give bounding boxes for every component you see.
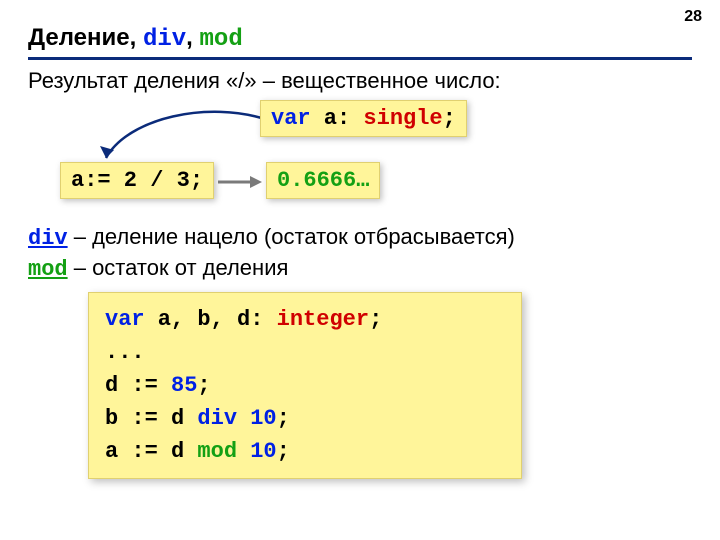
var-single-box: var a: single; [260, 100, 467, 137]
code-l1-end: ; [369, 307, 382, 332]
code-l4-a: b := d [105, 406, 197, 431]
tok-semicolon: ; [443, 106, 456, 131]
code-85: 85 [171, 373, 197, 398]
intro-text: Результат деления «/» – вещественное чис… [28, 68, 692, 94]
title-sep: , [186, 24, 199, 51]
code-l5-c [237, 439, 250, 464]
def-div: div – деление нацело (остаток отбрасывае… [28, 224, 692, 251]
assign-box: a:= 2 / 3; [60, 162, 214, 199]
assign-text: a:= 2 / 3; [71, 168, 203, 193]
code-var: var [105, 307, 145, 332]
title-prefix: Деление, [28, 24, 143, 51]
def-mod: mod – остаток от деления [28, 255, 692, 282]
result-box: 0.6666… [266, 162, 380, 199]
page-number: 28 [684, 8, 702, 26]
code-l5-e: ; [277, 439, 290, 464]
code-mod-kw: mod [197, 439, 237, 464]
slide-title: Деление, div, mod [28, 24, 692, 60]
code-l3-c: ; [197, 373, 210, 398]
def-mod-text: – остаток от деления [68, 255, 289, 280]
code-div-kw: div [197, 406, 237, 431]
code-10b: 10 [250, 439, 276, 464]
code-10a: 10 [250, 406, 276, 431]
code-l5-a: a := d [105, 439, 197, 464]
code-line-2: ... [105, 336, 505, 369]
code-l4-c [237, 406, 250, 431]
code-l4-e: ; [277, 406, 290, 431]
code-decl: a, b, d: [145, 307, 277, 332]
code-block: var a, b, d: integer; ... d := 85; b := … [88, 292, 522, 479]
slide: 28 Деление, div, mod Результат деления «… [0, 0, 720, 540]
result-text: 0.6666… [277, 168, 369, 193]
code-l3-a: d := [105, 373, 171, 398]
curve-arrow [88, 108, 288, 168]
title-kw-mod: mod [200, 26, 243, 53]
tok-var: var [271, 106, 311, 131]
tok-a-decl: a: [311, 106, 364, 131]
body: Результат деления «/» – вещественное чис… [28, 68, 692, 479]
code-integer: integer [277, 307, 369, 332]
code-line-5: a := d mod 10; [105, 435, 505, 468]
title-kw-div: div [143, 26, 186, 53]
arrow-icon [218, 174, 262, 190]
example-row: var a: single; a:= 2 / 3; 0.6666… [28, 100, 692, 220]
def-div-text: – деление нацело (остаток отбрасывается) [68, 224, 515, 249]
definitions: div – деление нацело (остаток отбрасывае… [28, 224, 692, 282]
tok-single: single [363, 106, 442, 131]
code-line-4: b := d div 10; [105, 402, 505, 435]
def-mod-kw: mod [28, 257, 68, 282]
def-div-kw: div [28, 226, 68, 251]
code-line-3: d := 85; [105, 369, 505, 402]
code-line-1: var a, b, d: integer; [105, 303, 505, 336]
